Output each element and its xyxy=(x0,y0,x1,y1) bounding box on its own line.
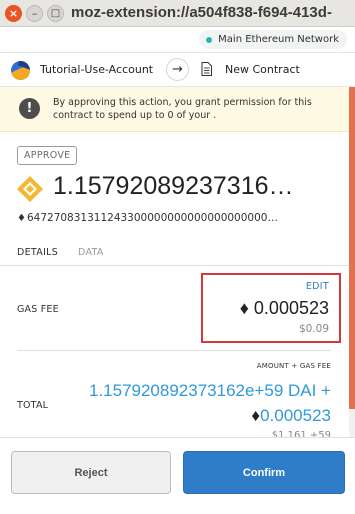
window-maximize-button[interactable]: □ xyxy=(47,5,64,22)
transaction-type-tag: APPROVE xyxy=(17,146,78,165)
network-bar: Main Ethereum Network xyxy=(0,27,355,53)
dai-token-icon xyxy=(17,176,43,202)
confirm-button[interactable]: Confirm xyxy=(183,451,345,494)
total-label: TOTAL xyxy=(17,400,49,411)
gas-fee-fiat: $0.09 xyxy=(298,323,329,335)
total-amount-dai: 1.157920892373162e+59 DAI + xyxy=(88,381,331,400)
details-panel: GAS FEE EDIT ♦ 0.000523 $0.09 AMOUNT + G… xyxy=(0,266,349,441)
window-minimize-button[interactable]: – xyxy=(26,5,43,22)
tab-data[interactable]: DATA xyxy=(78,247,104,258)
window-title: moz-extension://a504f838-f694-413d- xyxy=(71,4,332,21)
minimize-icon: – xyxy=(31,7,38,20)
recipient-label: New Contract xyxy=(225,63,300,76)
window-titlebar: × – □ moz-extension://a504f838-f694-413d… xyxy=(0,0,355,27)
eth-amount: 647270831311243300000000000000000000… xyxy=(26,212,278,224)
warning-icon: ! xyxy=(19,98,40,119)
gas-fee-box: EDIT ♦ 0.000523 $0.09 xyxy=(201,273,341,343)
tab-details[interactable]: DETAILS xyxy=(17,247,59,268)
eth-icon: ♦ xyxy=(239,298,249,318)
sender-account-name[interactable]: Tutorial-Use-Account xyxy=(40,63,153,76)
document-icon xyxy=(201,62,212,76)
eth-amount-line: ♦647270831311243300000000000000000000… xyxy=(17,212,335,224)
action-footer: Reject Confirm xyxy=(0,437,355,514)
network-selector[interactable]: Main Ethereum Network xyxy=(199,30,347,49)
close-icon: × xyxy=(8,7,19,20)
gas-fee-label: GAS FEE xyxy=(17,304,59,315)
transaction-amount: 1.15792089237316… xyxy=(53,172,294,200)
eth-icon: ♦ xyxy=(251,406,261,425)
divider xyxy=(17,350,331,351)
scrollbar-track[interactable] xyxy=(349,87,355,437)
window-close-button[interactable]: × xyxy=(5,5,22,22)
scrollbar-thumb[interactable] xyxy=(349,87,355,409)
sender-recipient-bar: Tutorial-Use-Account → New Contract xyxy=(0,53,355,87)
gas-fee-eth: ♦ 0.000523 xyxy=(239,298,329,318)
network-status-dot-icon xyxy=(206,36,213,43)
amount-plus-gas-label: AMOUNT + GAS FEE xyxy=(256,362,331,370)
maximize-icon: □ xyxy=(50,7,61,19)
eth-icon: ♦ xyxy=(17,213,26,224)
network-label: Main Ethereum Network xyxy=(218,34,339,45)
approval-warning-banner: ! By approving this action, you grant pe… xyxy=(0,87,349,132)
edit-gas-link[interactable]: EDIT xyxy=(306,281,329,292)
total-amount-eth: ♦0.000523 xyxy=(251,406,331,425)
arrow-right-icon: → xyxy=(166,58,189,81)
details-tabs: DETAILS DATA xyxy=(0,240,349,268)
warning-text: By approving this action, you grant perm… xyxy=(53,97,312,121)
reject-button[interactable]: Reject xyxy=(11,451,171,494)
account-avatar xyxy=(11,61,30,80)
